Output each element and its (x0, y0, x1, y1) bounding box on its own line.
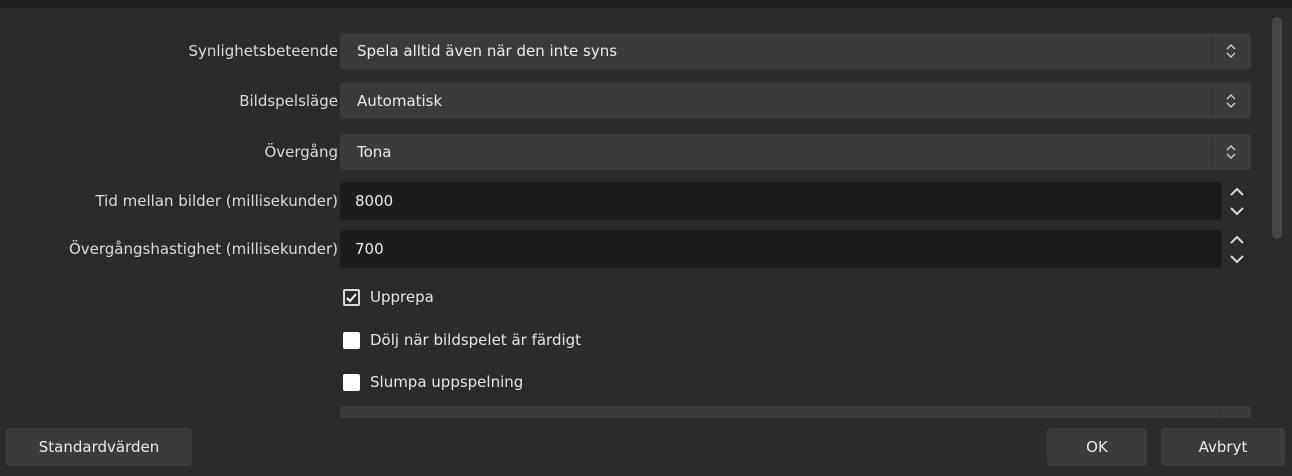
transition-speed-label: Övergångshastighet (millisekunder) (68, 240, 338, 258)
randomize-checkbox[interactable]: Slumpa uppspelning (343, 370, 523, 394)
partial-dropdown[interactable] (340, 406, 1251, 418)
visibility-behavior-label: Synlighetsbeteende (188, 42, 338, 60)
transition-value: Tona (357, 143, 392, 161)
properties-panel: Synlighetsbeteende Spela alltid även när… (8, 8, 1292, 418)
updown-chevron-icon (1212, 135, 1250, 169)
chevron-up-icon[interactable] (1222, 230, 1252, 249)
dialog-footer: Standardvärden OK Avbryt (0, 418, 1292, 476)
chevron-down-icon[interactable] (1222, 201, 1252, 220)
slide-time-input[interactable] (340, 182, 1222, 220)
chevron-up-icon[interactable] (1222, 182, 1252, 201)
slide-time-stepper (1222, 182, 1252, 220)
window-top-strip (0, 0, 1292, 8)
slide-mode-dropdown[interactable]: Automatisk (340, 83, 1251, 119)
chevron-down-icon[interactable] (1222, 249, 1252, 268)
randomize-label: Slumpa uppspelning (370, 373, 524, 391)
ok-button[interactable]: OK (1047, 428, 1147, 466)
hide-when-done-label: Dölj när bildspelet är färdigt (370, 331, 582, 349)
visibility-behavior-value: Spela alltid även när den inte syns (357, 42, 618, 60)
loop-checkbox[interactable]: Upprepa (343, 285, 434, 309)
visibility-behavior-dropdown[interactable]: Spela alltid även när den inte syns (340, 33, 1251, 69)
transition-speed-stepper (1222, 230, 1252, 268)
slide-time-label: Tid mellan bilder (millisekunder) (95, 192, 338, 210)
transition-speed-input[interactable] (340, 230, 1222, 268)
vertical-scrollbar[interactable] (1264, 8, 1292, 418)
updown-chevron-icon (1212, 84, 1250, 118)
transition-dropdown[interactable]: Tona (340, 134, 1251, 170)
hide-when-done-checkbox[interactable]: Dölj när bildspelet är färdigt (343, 328, 581, 352)
checkmark-icon (343, 288, 360, 306)
transition-label: Övergång (264, 143, 338, 161)
loop-label: Upprepa (370, 288, 434, 306)
slide-mode-label: Bildspelsläge (239, 92, 338, 110)
checkbox-box (343, 331, 360, 349)
checkbox-box (343, 373, 360, 391)
updown-chevron-icon (1212, 34, 1250, 68)
scrollbar-thumb[interactable] (1272, 17, 1282, 239)
defaults-button[interactable]: Standardvärden (6, 428, 192, 466)
slide-mode-value: Automatisk (357, 92, 443, 110)
cancel-button[interactable]: Avbryt (1161, 428, 1285, 466)
